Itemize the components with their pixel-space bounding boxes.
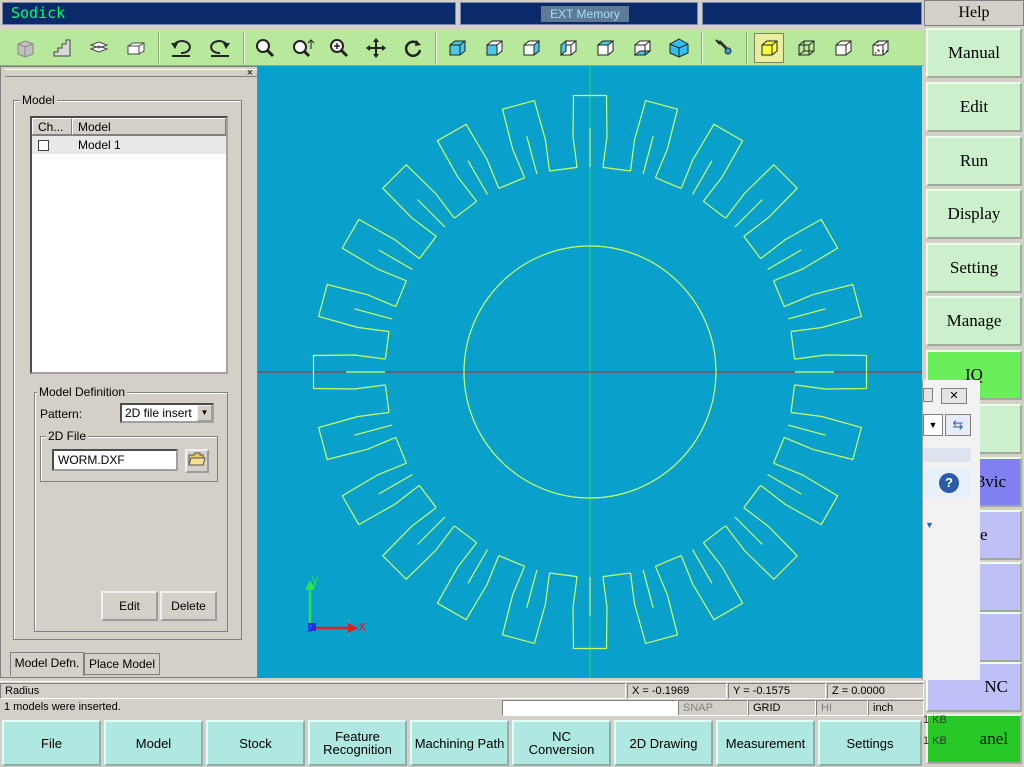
status-bar-bottom: 1 models were inserted. SNAP GRID HI inc…: [0, 699, 924, 717]
view-iso-5-icon[interactable]: [590, 33, 620, 63]
menu-edit-button[interactable]: Edit: [926, 82, 1022, 132]
unit-indicator: inch: [868, 700, 924, 716]
model-definition-label: Model Definition: [37, 385, 128, 399]
triad-z-label: z: [306, 621, 313, 635]
list-item[interactable]: Model 1: [32, 136, 226, 154]
view-iso-solid-icon[interactable]: [664, 33, 694, 63]
col-model-header[interactable]: Model: [72, 118, 226, 135]
grid-toggle[interactable]: GRID: [748, 700, 816, 716]
memory-label: EXT Memory: [541, 6, 629, 22]
status-cell: [702, 2, 922, 25]
edit-button[interactable]: Edit: [101, 591, 158, 621]
app-window: Sodick EXT Memory Help Manual Edit Run D…: [0, 0, 1024, 767]
cad-viewport[interactable]: x y z: [258, 66, 922, 678]
status-z-coord: Z = 0.0000: [827, 683, 924, 699]
main-toolbar: [0, 30, 924, 66]
list-header: Ch... Model: [32, 118, 226, 136]
bottom-model-button[interactable]: Model: [104, 720, 203, 766]
status-message: 1 models were inserted.: [4, 701, 121, 713]
pan-icon[interactable]: [361, 33, 391, 63]
view-iso-2-icon[interactable]: [479, 33, 509, 63]
command-input[interactable]: [502, 700, 678, 716]
hi-toggle[interactable]: HI: [816, 700, 868, 716]
bottom-menu: File Model Stock Feature Recognition Mac…: [0, 718, 924, 767]
pattern-select[interactable]: 2D file insert ▼: [120, 403, 214, 423]
zoom-in-icon[interactable]: [324, 33, 354, 63]
tab-place-model[interactable]: Place Model: [84, 653, 160, 675]
bottom-measurement-button[interactable]: Measurement: [716, 720, 815, 766]
model-checkbox[interactable]: [38, 139, 49, 151]
open-folder-button[interactable]: [185, 449, 209, 473]
snap-toggle[interactable]: SNAP: [678, 700, 748, 716]
menu-setting-button[interactable]: Setting: [926, 243, 1022, 293]
tab-model-defn[interactable]: Model Defn.: [10, 652, 84, 676]
status-y-coord: Y = -0.1575: [728, 683, 826, 699]
model-panel: × Model Ch... Model Model 1 Model Defini…: [0, 66, 258, 678]
2d-file-label: 2D File: [46, 429, 89, 443]
status-mode: Radius: [0, 683, 626, 699]
dashed-hidden-icon[interactable]: [865, 33, 895, 63]
bottom-2d-drawing-button[interactable]: 2D Drawing: [614, 720, 713, 766]
redo-icon[interactable]: [205, 33, 235, 63]
slab-icon[interactable]: [121, 33, 151, 63]
menu-display-button[interactable]: Display: [926, 189, 1022, 239]
pattern-value: 2D file insert: [125, 406, 192, 420]
menu-manage-button[interactable]: Manage: [926, 296, 1022, 346]
file-size-1: 1 KB: [923, 714, 947, 726]
gear-drawing: x y z: [258, 66, 922, 678]
small-chevron-icon: ▼: [925, 520, 934, 530]
model-list[interactable]: Ch... Model Model 1: [30, 116, 228, 374]
triad-x-arrow: [348, 623, 358, 633]
window-close-button[interactable]: ✕: [941, 388, 967, 404]
triad-y-label: y: [311, 573, 319, 588]
staircase-icon[interactable]: [47, 33, 77, 63]
folder-open-icon: [188, 452, 206, 466]
pattern-label: Pattern:: [40, 407, 83, 421]
refresh-icon[interactable]: ⇆: [945, 414, 971, 436]
menu-manual-button[interactable]: Manual: [926, 28, 1022, 78]
help-button[interactable]: Help: [924, 0, 1024, 26]
overlapping-window: ✕ ▼ ⇆ ? ▼ 1 KB 1 KB: [922, 380, 980, 747]
box-solid-icon[interactable]: [10, 33, 40, 63]
model-group-label: Model: [20, 93, 57, 107]
delete-button[interactable]: Delete: [160, 591, 217, 621]
undo-icon[interactable]: [166, 33, 196, 63]
bottom-file-button[interactable]: File: [2, 720, 101, 766]
status-x-coord: X = -0.1969: [627, 683, 727, 699]
layers-icon[interactable]: [84, 33, 114, 63]
view-iso-4-icon[interactable]: [553, 33, 583, 63]
zoom-window-icon[interactable]: [250, 33, 280, 63]
bottom-settings-button[interactable]: Settings: [818, 720, 922, 766]
zoom-dynamic-icon[interactable]: [288, 33, 318, 63]
bottom-stock-button[interactable]: Stock: [206, 720, 305, 766]
shade-solid-icon[interactable]: [754, 33, 784, 63]
file-path-input[interactable]: WORM.DXF: [52, 449, 178, 471]
panel-close-icon[interactable]: ×: [247, 68, 253, 79]
triad-x-label: x: [358, 619, 366, 635]
brand-label: Sodick: [2, 2, 456, 25]
memory-cell: EXT Memory: [460, 2, 698, 25]
view-iso-1-icon[interactable]: [442, 33, 472, 63]
panel-grip: [5, 69, 257, 77]
probe-icon[interactable]: [709, 33, 739, 63]
top-status-bar: Sodick EXT Memory: [0, 0, 924, 28]
wireframe-icon[interactable]: [791, 33, 821, 63]
chevron-down-icon[interactable]: ▼: [197, 405, 212, 421]
bottom-feature-recognition-button[interactable]: Feature Recognition: [308, 720, 407, 766]
bottom-nc-conversion-button[interactable]: NC Conversion: [512, 720, 611, 766]
status-bar-top: Radius X = -0.1969 Y = -0.1575 Z = 0.000…: [0, 681, 924, 699]
hidden-line-icon[interactable]: [828, 33, 858, 63]
menu-run-button[interactable]: Run: [926, 136, 1022, 186]
view-iso-3-icon[interactable]: [516, 33, 546, 63]
file-size-2: 1 KB: [923, 735, 947, 747]
popup-header-strip: [923, 448, 971, 462]
window-min-button[interactable]: [923, 388, 933, 402]
model-name: Model 1: [78, 138, 121, 152]
help-circle-icon[interactable]: ?: [939, 473, 959, 493]
view-iso-6-icon[interactable]: [627, 33, 657, 63]
bottom-machining-path-button[interactable]: Machining Path: [410, 720, 509, 766]
rotate-icon[interactable]: [398, 33, 428, 63]
col-check-header[interactable]: Ch...: [32, 118, 72, 135]
chevron-down-icon[interactable]: ▼: [923, 414, 943, 436]
